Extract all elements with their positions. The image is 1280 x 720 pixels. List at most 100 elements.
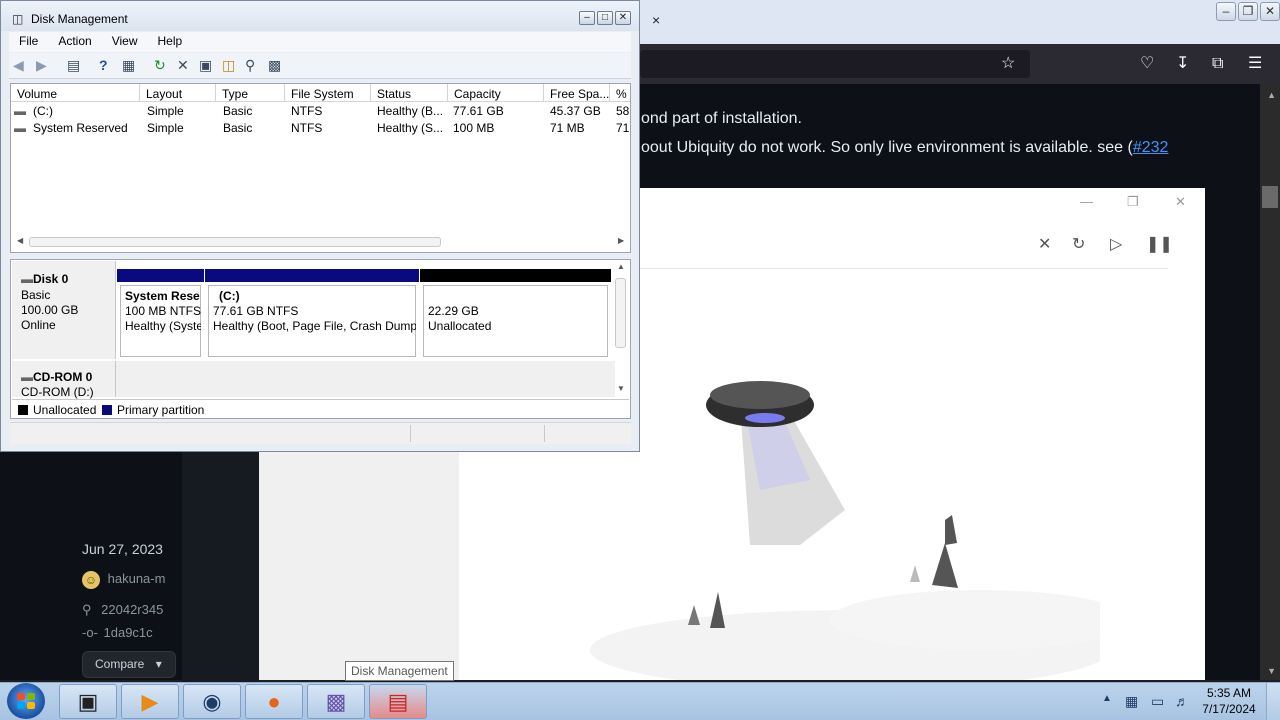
extensions-icon[interactable]: ⧉ <box>1212 54 1223 74</box>
dialog-close-icon[interactable]: ✕ <box>1175 194 1186 210</box>
dialog-maximize-icon[interactable]: ❐ <box>1127 194 1139 210</box>
partition-system-reserved[interactable]: System Rese 100 MB NTFS Healthy (Syste <box>117 269 204 357</box>
scrollbar-thumb[interactable] <box>1262 186 1278 208</box>
volume-icon[interactable]: ♬ <box>1175 693 1189 709</box>
disk-name: ▬Disk 0 <box>21 272 69 286</box>
bookmark-star-icon[interactable]: ☆ <box>1001 54 1015 74</box>
taskbar-window-app[interactable]: ▩ <box>307 684 365 719</box>
menu-file[interactable]: File <box>9 32 48 52</box>
menu-view[interactable]: View <box>102 32 148 52</box>
cdrom-row[interactable]: ▬CD-ROM 0 CD-ROM (D:) <box>12 361 615 399</box>
download-icon[interactable]: ↧ <box>1176 54 1189 74</box>
pocket-icon[interactable]: ♡ <box>1140 54 1154 74</box>
settings-icon[interactable]: ▩ <box>268 57 281 73</box>
stop-icon[interactable]: ✕ <box>1038 234 1051 254</box>
cell-status: Healthy (B... <box>377 104 444 118</box>
page-scrollbar[interactable] <box>1260 84 1280 680</box>
scroll-down-icon[interactable]: ▼ <box>1267 666 1276 676</box>
vertical-scrollbar[interactable]: ▲ ▼ <box>614 262 628 396</box>
tab-close-icon[interactable]: × <box>652 12 660 28</box>
minimize-icon[interactable]: – <box>1216 2 1236 21</box>
column-separator <box>609 84 610 102</box>
browser-window-controls: – ❐ ✕ <box>1216 2 1280 21</box>
maximize-icon[interactable]: ❐ <box>1238 2 1258 21</box>
author-row[interactable]: ☺ hakuna-m <box>82 571 165 589</box>
forward-icon[interactable]: ▶ <box>36 57 47 73</box>
column-separator <box>370 84 371 102</box>
disk-graphical-view: ▬Disk 0 Basic 100.00 GB Online System Re… <box>10 259 631 419</box>
dialog-divider <box>640 268 1168 269</box>
scroll-left-icon[interactable]: ◀ <box>17 236 23 245</box>
scrollbar-thumb[interactable] <box>615 278 626 348</box>
address-bar[interactable] <box>640 50 1030 78</box>
commit-icon: -o- <box>82 625 98 640</box>
taskbar-firefox[interactable]: ● <box>245 684 303 719</box>
partition-c[interactable]: (C:) 77.61 GB NTFS Healthy (Boot, Page F… <box>205 269 419 357</box>
partition-box: System Rese 100 MB NTFS Healthy (Syste <box>120 285 201 357</box>
open-folder-icon[interactable]: ◫ <box>222 57 235 73</box>
column-type[interactable]: Type <box>222 87 248 101</box>
pause-icon[interactable]: ❚❚ <box>1146 234 1173 254</box>
commit-row[interactable]: -o- 1da9c1c <box>82 625 153 640</box>
clock[interactable]: 5:35 AM 7/17/2024 <box>1197 685 1261 717</box>
magnify-icon[interactable]: ⚲ <box>245 57 255 73</box>
delete-icon[interactable]: ✕ <box>177 57 189 73</box>
tag-icon: ⚲ <box>82 602 92 617</box>
column-percent-free[interactable]: % <box>616 87 627 101</box>
maximize-icon[interactable]: □ <box>597 11 613 25</box>
reload-icon[interactable]: ↻ <box>1072 234 1085 254</box>
horizontal-scrollbar[interactable] <box>29 237 441 247</box>
menu-icon[interactable]: ☰ <box>1248 54 1262 74</box>
minimize-icon[interactable]: – <box>579 11 595 25</box>
window-titlebar[interactable]: ◫ Disk Management – □ ✕ <box>1 1 639 31</box>
column-capacity[interactable]: Capacity <box>454 87 501 101</box>
column-volume[interactable]: Volume <box>17 87 57 101</box>
partition-box: 22.29 GB Unallocated <box>423 285 608 357</box>
menu-action[interactable]: Action <box>48 32 101 52</box>
status-separator <box>410 425 411 442</box>
help-icon[interactable]: ? <box>99 57 108 73</box>
network-icon[interactable]: ▦ <box>1125 693 1138 710</box>
dialog-minimize-icon[interactable]: — <box>1080 194 1093 209</box>
column-status[interactable]: Status <box>377 87 411 101</box>
disk0-label[interactable]: ▬Disk 0 Basic 100.00 GB Online <box>12 261 116 359</box>
properties-icon[interactable]: ▦ <box>122 57 135 73</box>
primary-partition-bar <box>205 269 419 282</box>
scroll-up-icon[interactable]: ▲ <box>617 262 625 271</box>
show-desktop-button[interactable] <box>1266 683 1280 720</box>
menu-help[interactable]: Help <box>148 32 193 52</box>
scroll-up-icon[interactable]: ▲ <box>1267 90 1276 100</box>
tag-row[interactable]: ⚲ 22042r345 <box>82 602 163 618</box>
refresh-icon[interactable]: ↻ <box>154 57 166 73</box>
ufo-illustration <box>590 381 1100 680</box>
cell-status: Healthy (S... <box>377 121 444 135</box>
partition-status: Unallocated <box>428 319 492 333</box>
partition-unallocated[interactable]: 22.29 GB Unallocated <box>420 269 611 357</box>
back-icon[interactable]: ◀ <box>13 57 24 73</box>
check-icon[interactable]: ▣ <box>199 57 212 73</box>
taskbar-media-player[interactable]: ▶ <box>121 684 179 719</box>
cell-volume: (C:) <box>33 104 53 118</box>
scroll-down-icon[interactable]: ▼ <box>617 384 625 393</box>
play-icon[interactable]: ▷ <box>1110 234 1122 254</box>
column-free-space[interactable]: Free Spa... <box>550 87 609 101</box>
scroll-right-icon[interactable]: ▶ <box>618 236 624 245</box>
legend-unallocated-swatch <box>18 405 28 415</box>
issue-link[interactable]: #232 <box>1133 139 1169 156</box>
media-player-icon: ▶ <box>141 688 159 714</box>
taskbar-terminal[interactable]: ▣ <box>59 684 117 719</box>
column-layout[interactable]: Layout <box>146 87 182 101</box>
chevron-down-icon: ▾ <box>155 657 162 671</box>
taskbar-globe[interactable]: ◉ <box>183 684 241 719</box>
show-hidden-icons-icon[interactable]: ▲ <box>1102 693 1112 704</box>
console-tree-icon[interactable]: ▤ <box>67 57 80 73</box>
primary-partition-bar <box>117 269 204 282</box>
display-icon[interactable]: ▭ <box>1151 693 1164 710</box>
column-file-system[interactable]: File System <box>291 87 354 101</box>
taskbar-disk-management[interactable]: ▤ <box>369 684 427 719</box>
table-row[interactable]: ▬ System Reserved Simple Basic NTFS Heal… <box>11 120 630 137</box>
table-row[interactable]: ▬ (C:) Simple Basic NTFS Healthy (B... 7… <box>11 103 630 120</box>
compare-button[interactable]: Compare ▾ <box>82 651 176 678</box>
close-icon[interactable]: ✕ <box>1260 2 1280 21</box>
close-icon[interactable]: ✕ <box>615 11 631 25</box>
